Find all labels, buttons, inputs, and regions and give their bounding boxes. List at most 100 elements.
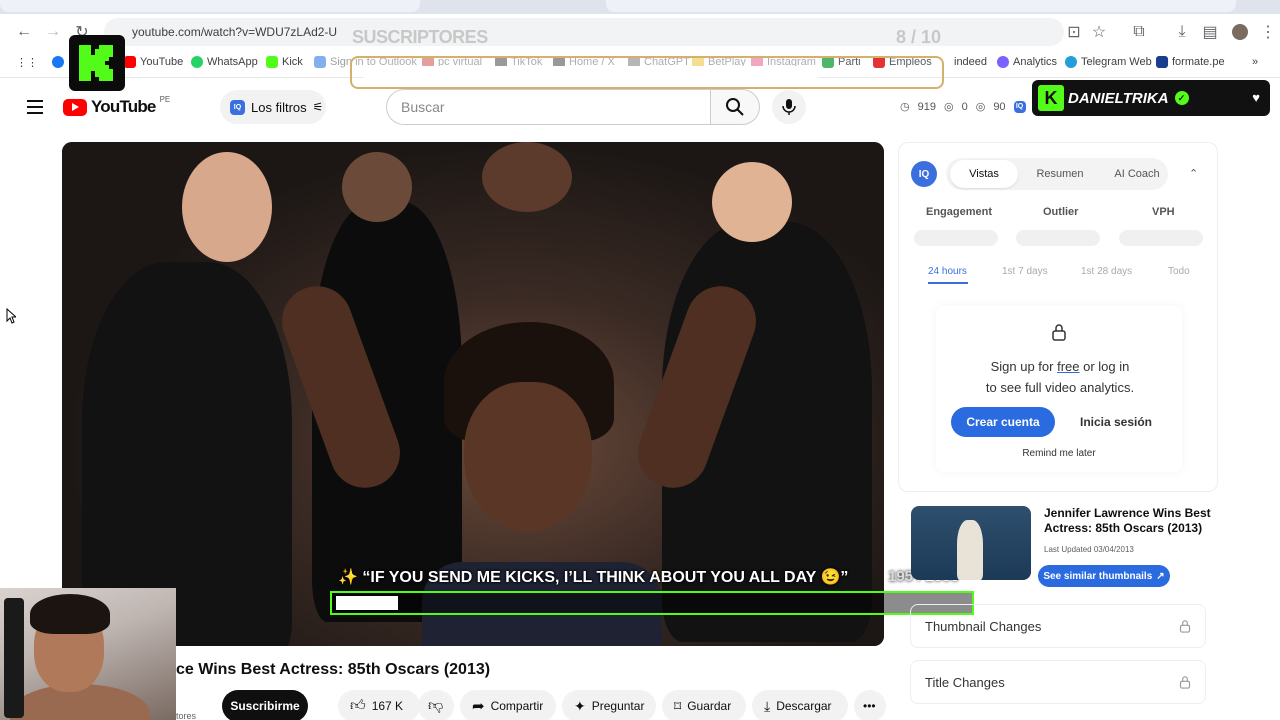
period-28d[interactable]: 1st 28 days bbox=[1081, 266, 1132, 277]
download-icon: ⤓ bbox=[764, 697, 771, 714]
back-icon[interactable]: ← bbox=[12, 20, 36, 44]
clock-icon: ◷ bbox=[900, 101, 910, 113]
iq-icon: IQ bbox=[230, 99, 245, 115]
similar-thumbnails-button[interactable]: See similar thumbnails ↗ bbox=[1038, 565, 1170, 587]
profile-manage-icon[interactable]: ▤ bbox=[1198, 20, 1222, 44]
period-24h[interactable]: 24 hours bbox=[928, 266, 967, 277]
bookmark-item[interactable]: YouTube bbox=[124, 56, 183, 68]
country-code: PE bbox=[159, 94, 171, 104]
forward-icon[interactable]: → bbox=[41, 20, 65, 44]
thumbnail-changes-row[interactable]: Thumbnail Changes bbox=[910, 604, 1206, 648]
metric-label: VPH bbox=[1152, 206, 1175, 218]
browser-tab[interactable] bbox=[606, 0, 1236, 12]
mouse-cursor-icon bbox=[6, 308, 16, 324]
bookmark-item[interactable]: Telegram Web bbox=[1065, 56, 1152, 68]
dislike-button[interactable]: 👎︎ bbox=[418, 690, 454, 720]
facebook-icon[interactable] bbox=[52, 56, 64, 68]
collapse-chevron-icon[interactable]: ⌃ bbox=[1189, 167, 1198, 180]
thumbs-up-icon: 👍︎ bbox=[350, 697, 366, 714]
lock-icon bbox=[1179, 675, 1191, 689]
metric-value-blurred bbox=[1119, 230, 1203, 246]
period-all[interactable]: Todo bbox=[1168, 266, 1190, 277]
kick-goal-fill bbox=[336, 596, 398, 610]
tab-vistas[interactable]: Vistas bbox=[950, 160, 1018, 188]
bookmark-item[interactable]: WhatsApp bbox=[191, 56, 258, 68]
kick-icon: K bbox=[1038, 85, 1064, 111]
hamburger-menu-icon[interactable] bbox=[24, 96, 46, 118]
metric-label: Outlier bbox=[1043, 206, 1079, 218]
kick-goal-bar bbox=[330, 591, 974, 615]
subscribe-button[interactable]: Suscribirme bbox=[222, 690, 308, 720]
eye-icon: ◎ bbox=[943, 101, 954, 113]
lock-icon bbox=[1179, 619, 1191, 633]
formate-icon bbox=[1156, 56, 1168, 68]
analytics-icon bbox=[997, 56, 1009, 68]
suggestion-updated: Last Updated 03/04/2013 bbox=[1044, 545, 1134, 554]
like-button[interactable]: 👍︎ 167 K bbox=[338, 690, 420, 720]
bookmark-star-icon[interactable]: ☆ bbox=[1087, 20, 1111, 44]
kick-icon bbox=[266, 56, 278, 68]
browser-tab[interactable] bbox=[0, 0, 420, 12]
voice-search-button[interactable] bbox=[772, 90, 806, 124]
title-changes-row[interactable]: Title Changes bbox=[910, 660, 1206, 704]
suggestion-title[interactable]: Jennifer Lawrence Wins Best Actress: 85t… bbox=[1044, 506, 1214, 536]
more-actions-button[interactable]: ••• bbox=[854, 690, 886, 720]
extensions-icon[interactable]: ⧉ bbox=[1127, 20, 1151, 44]
share-icon: ➦ bbox=[472, 698, 485, 715]
apps-icon[interactable]: ⋮⋮ bbox=[16, 56, 38, 69]
video-title: ce Wins Best Actress: 85th Oscars (2013) bbox=[176, 661, 491, 678]
youtube-icon bbox=[124, 56, 136, 68]
more-bookmarks-icon[interactable]: » bbox=[1252, 56, 1258, 68]
bookmark-item[interactable]: Analytics bbox=[997, 56, 1057, 68]
signup-message: Sign up for free or log in to see full v… bbox=[985, 359, 1135, 395]
bookmark-item[interactable]: formate.pe bbox=[1156, 56, 1225, 68]
period-7d[interactable]: 1st 7 days bbox=[1002, 266, 1048, 277]
install-icon[interactable]: ⊡ bbox=[1062, 20, 1086, 44]
webcam-feed bbox=[0, 588, 176, 720]
lock-icon bbox=[1051, 323, 1067, 341]
tab-ai-coach[interactable]: AI Coach bbox=[1102, 160, 1172, 188]
youtube-play-icon bbox=[63, 98, 87, 116]
filters-button[interactable]: IQ Los filtros ⚟ bbox=[220, 90, 326, 124]
bookmark-item[interactable]: Kick bbox=[266, 56, 303, 68]
remind-later-link[interactable]: Remind me later bbox=[1000, 448, 1118, 459]
more-horizontal-icon: ••• bbox=[863, 699, 876, 713]
search-input[interactable]: Buscar bbox=[386, 89, 710, 125]
download-icon[interactable]: ⤓ bbox=[1170, 20, 1194, 44]
url-text: youtube.com/watch?v=WDU7zLAd2-U bbox=[132, 25, 338, 39]
whatsapp-icon bbox=[191, 56, 203, 68]
subs-goal-count: 8 / 10 bbox=[896, 27, 942, 47]
share-button[interactable]: ➦ Compartir bbox=[460, 690, 556, 720]
download-button[interactable]: ⤓ Descargar bbox=[752, 690, 848, 720]
outlook-icon bbox=[314, 56, 326, 68]
youtube-logo[interactable]: YouTube PE bbox=[63, 94, 171, 117]
thumbs-down-icon: 👎︎ bbox=[428, 697, 444, 714]
tab-resumen[interactable]: Resumen bbox=[1026, 160, 1094, 188]
sliders-icon: ⚟ bbox=[312, 100, 324, 114]
streamer-badge: K DANIELTRIKA ✓ ♥ bbox=[1032, 80, 1270, 116]
iq-icon: IQ bbox=[1013, 100, 1026, 113]
metric-label: Engagement bbox=[926, 206, 993, 218]
ask-button[interactable]: ✦ Preguntar bbox=[562, 690, 656, 720]
tab-strip bbox=[0, 0, 1280, 14]
subs-goal-fill bbox=[360, 66, 822, 78]
search-button[interactable] bbox=[710, 89, 760, 125]
eye-icon: ◎ bbox=[975, 101, 986, 113]
save-button[interactable]: ⌑ Guardar bbox=[662, 690, 746, 720]
menu-kebab-icon[interactable]: ⋮ bbox=[1256, 20, 1280, 44]
create-account-button[interactable]: Crear cuenta bbox=[951, 407, 1055, 437]
bookmark-icon: ⌑ bbox=[674, 697, 682, 714]
suggestion-thumbnail[interactable] bbox=[911, 506, 1031, 580]
avatar[interactable] bbox=[1228, 20, 1252, 44]
sparkle-icon: ✦ bbox=[574, 697, 586, 714]
subs-goal-bar bbox=[350, 56, 944, 89]
period-underline bbox=[928, 282, 968, 284]
search-icon bbox=[726, 98, 744, 116]
heart-icon: ♥ bbox=[1252, 90, 1260, 105]
metric-value-blurred bbox=[914, 230, 998, 246]
verified-icon: ✓ bbox=[1174, 91, 1189, 105]
bookmark-item[interactable]: indeed bbox=[954, 56, 987, 68]
sign-in-button[interactable]: Inicia sesión bbox=[1064, 407, 1168, 437]
telegram-icon bbox=[1065, 56, 1077, 68]
free-link[interactable]: free bbox=[1057, 359, 1079, 374]
